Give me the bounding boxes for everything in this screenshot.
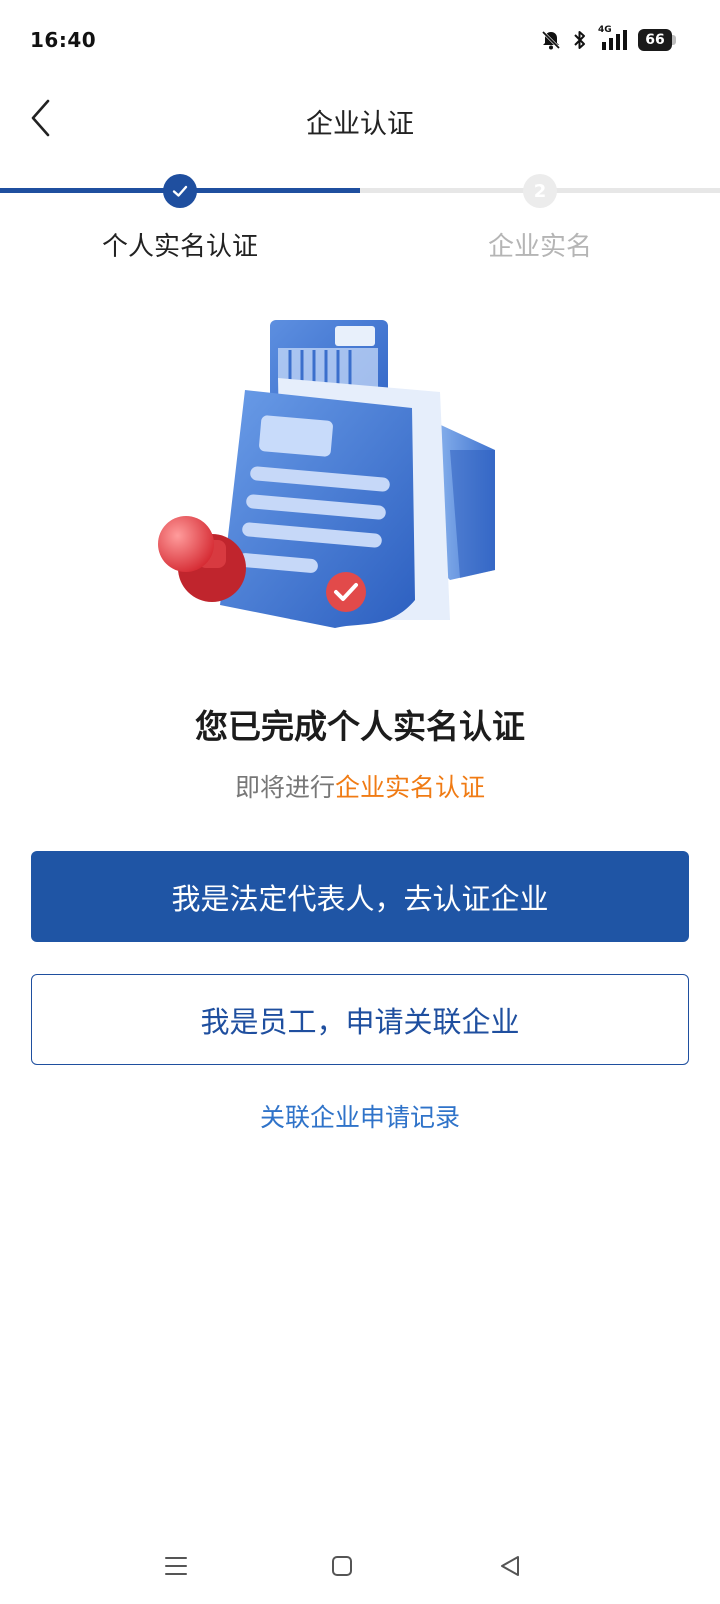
triangle-back-icon [501,1556,519,1576]
battery-level: 66 [638,29,672,51]
certification-illustration [158,320,495,628]
square-icon [332,1556,352,1576]
step-2-label: 企业实名 [487,232,592,262]
system-nav-bar [0,1524,720,1604]
menu-icon [165,1557,187,1575]
app-header: 企业认证 [0,80,720,160]
link-application-records-link[interactable]: 关联企业申请记录 [0,1098,720,1134]
next-step-prefix: 即将进行 [234,773,335,802]
next-step-highlight: 企业实名认证 [335,773,486,802]
battery-icon: 66 [638,29,676,51]
next-step-hint: 即将进行企业实名认证 [0,768,720,804]
signal-icon: 4G [598,25,628,52]
page-title: 企业认证 [306,109,414,140]
step-2-indicator: 2 [523,174,557,208]
progress-stepper: 2 个人实名认证 企业实名 [0,172,720,272]
status-icons: 4G 66 [540,25,676,54]
nav-home-button[interactable] [322,1546,362,1586]
nav-menu-button[interactable] [156,1546,196,1586]
bluetooth-icon [574,31,585,49]
legal-representative-button[interactable]: 我是法定代表人，去认证企业 [31,851,689,942]
step-1-indicator [163,174,197,208]
status-bar: 16:40 4G 66 [0,0,720,80]
status-time: 16:40 [30,28,97,52]
nav-back-button[interactable] [490,1546,530,1586]
check-icon [172,185,188,197]
completion-headline: 您已完成个人实名认证 [195,707,525,746]
employee-link-company-button[interactable]: 我是员工，申请关联企业 [31,974,689,1065]
step-1-label: 个人实名认证 [101,232,258,262]
bell-off-icon [541,30,561,50]
